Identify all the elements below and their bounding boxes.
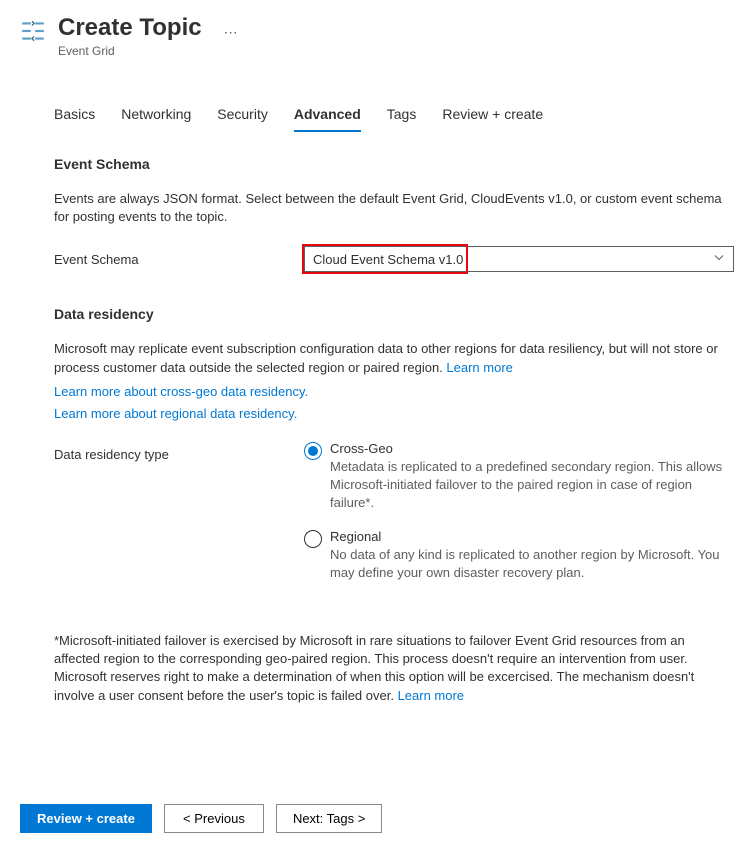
- data-residency-type-label: Data residency type: [54, 441, 304, 462]
- data-residency-title: Data residency: [54, 306, 734, 322]
- page-subtitle: Event Grid: [58, 44, 202, 58]
- radio-cross-geo[interactable]: Cross-Geo Metadata is replicated to a pr…: [304, 441, 734, 513]
- footnote-learn-more-link[interactable]: Learn more: [398, 688, 464, 703]
- radio-button-selected[interactable]: [304, 442, 322, 460]
- previous-button[interactable]: < Previous: [164, 804, 264, 833]
- data-residency-type-row: Data residency type Cross-Geo Metadata i…: [54, 441, 734, 598]
- tab-tags[interactable]: Tags: [387, 106, 417, 132]
- next-button[interactable]: Next: Tags >: [276, 804, 382, 833]
- footer-buttons: Review + create < Previous Next: Tags >: [20, 804, 382, 833]
- tab-networking[interactable]: Networking: [121, 106, 191, 132]
- radio-cross-geo-label: Cross-Geo: [330, 441, 734, 456]
- learn-more-link[interactable]: Learn more: [446, 360, 512, 375]
- data-residency-radio-group: Cross-Geo Metadata is replicated to a pr…: [304, 441, 734, 598]
- radio-button-unselected[interactable]: [304, 530, 322, 548]
- review-create-button[interactable]: Review + create: [20, 804, 152, 833]
- event-schema-label: Event Schema: [54, 246, 304, 267]
- event-schema-title: Event Schema: [54, 156, 734, 172]
- tab-advanced[interactable]: Advanced: [294, 106, 361, 132]
- tab-security[interactable]: Security: [217, 106, 268, 132]
- page-title: Create Topic: [58, 14, 202, 42]
- content-area: Event Schema Events are always JSON form…: [0, 132, 754, 705]
- tab-basics[interactable]: Basics: [54, 106, 95, 132]
- radio-regional-label: Regional: [330, 529, 734, 544]
- radio-cross-geo-desc: Metadata is replicated to a predefined s…: [330, 458, 734, 513]
- event-schema-row: Event Schema Cloud Event Schema v1.0: [54, 246, 734, 272]
- event-grid-icon: [20, 18, 46, 44]
- tab-review-create[interactable]: Review + create: [442, 106, 543, 132]
- cross-geo-link[interactable]: Learn more about cross-geo data residenc…: [54, 384, 308, 399]
- tab-bar: Basics Networking Security Advanced Tags…: [0, 58, 754, 132]
- regional-link[interactable]: Learn more about regional data residency…: [54, 406, 297, 421]
- failover-footnote: *Microsoft-initiated failover is exercis…: [54, 632, 734, 705]
- event-schema-value: Cloud Event Schema v1.0: [313, 252, 463, 267]
- event-schema-desc: Events are always JSON format. Select be…: [54, 190, 734, 226]
- radio-regional-desc: No data of any kind is replicated to ano…: [330, 546, 734, 582]
- more-icon[interactable]: ⋯: [224, 24, 239, 41]
- data-residency-desc: Microsoft may replicate event subscripti…: [54, 340, 734, 378]
- radio-regional[interactable]: Regional No data of any kind is replicat…: [304, 529, 734, 582]
- event-schema-dropdown[interactable]: Cloud Event Schema v1.0: [304, 246, 734, 272]
- chevron-down-icon: [713, 252, 725, 267]
- page-header: Create Topic Event Grid ⋯: [0, 0, 754, 58]
